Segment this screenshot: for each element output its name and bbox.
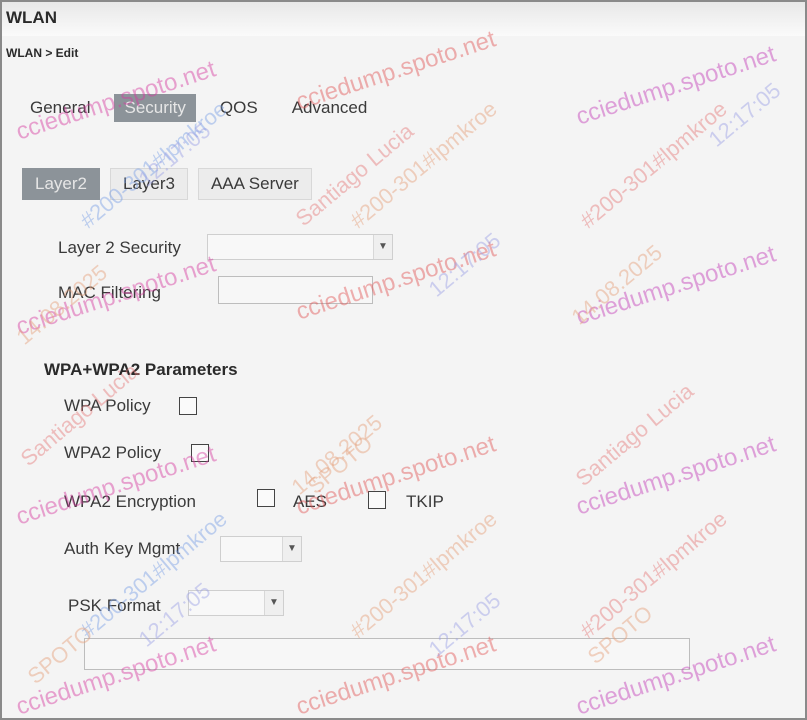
security-subtabs: Layer2 Layer3 AAA Server (22, 168, 322, 200)
psk-format-label: PSK Format (68, 596, 161, 615)
wpa-parameters-heading: WPA+WPA2 Parameters (44, 360, 238, 379)
watermark-id: #200-301#lpmkroe (575, 506, 732, 644)
aes-checkbox[interactable] (257, 489, 275, 507)
wpa2-policy-label: WPA2 Policy (64, 443, 161, 462)
mac-filtering-field[interactable] (218, 276, 373, 304)
watermark-time: 12:17:05 (423, 227, 506, 302)
main-tabs: General Security QOS Advanced (20, 94, 391, 122)
tab-general[interactable]: General (20, 94, 100, 122)
wpa-policy-checkbox[interactable] (179, 397, 197, 415)
watermark-site: cciedump.spoto.net (572, 430, 780, 521)
watermark-brand: SPOTO (302, 430, 378, 499)
watermark-site: cciedump.spoto.net (572, 240, 780, 331)
watermark-site: cciedump.spoto.net (572, 40, 780, 131)
watermark-name: Santiago Lucia (570, 378, 699, 491)
subtab-aaa-server[interactable]: AAA Server (197, 168, 312, 200)
chevron-down-icon: ▼ (282, 537, 301, 561)
chevron-down-icon: ▼ (373, 235, 392, 259)
subtab-layer3[interactable]: Layer3 (109, 168, 188, 200)
watermark-id: #200-301#lpmkroe (575, 96, 732, 234)
mac-filtering-label: MAC Filtering (58, 283, 161, 302)
wpa2-policy-checkbox[interactable] (191, 444, 209, 462)
watermark-id: #200-301#lpmkroe (345, 506, 502, 644)
breadcrumb: WLAN > Edit (6, 46, 79, 60)
auth-key-mgmt-select[interactable]: ▼ (220, 536, 302, 562)
auth-key-mgmt-label: Auth Key Mgmt (64, 539, 181, 558)
wpa2-encryption-label: WPA2 Encryption (64, 492, 196, 511)
tkip-label: TKIP (406, 492, 444, 511)
tab-qos[interactable]: QOS (210, 94, 268, 122)
watermark-time: 12:17:05 (703, 77, 786, 152)
tab-security[interactable]: Security (114, 94, 196, 122)
wlan-edit-window: WLAN WLAN > Edit General Security QOS Ad… (0, 0, 807, 720)
tab-advanced[interactable]: Advanced (282, 94, 378, 122)
watermark-date: 14.08.2025 (566, 239, 667, 330)
watermark-date: 14.08.2025 (286, 409, 387, 500)
psk-format-select[interactable]: ▼ (188, 590, 284, 616)
subtab-layer2[interactable]: Layer2 (22, 168, 100, 200)
layer2-security-select[interactable]: ▼ (207, 234, 393, 260)
tkip-checkbox[interactable] (368, 491, 386, 509)
watermark-date: 14.08.2025 (11, 259, 112, 350)
page-title: WLAN (6, 8, 57, 27)
watermark-id: #200-301#lpmkroe (75, 506, 232, 644)
wpa-policy-label: WPA Policy (64, 396, 151, 415)
layer2-security-label: Layer 2 Security (58, 238, 181, 257)
psk-key-input[interactable] (84, 638, 690, 670)
aes-label: AES (293, 492, 328, 511)
title-bar (2, 2, 805, 36)
chevron-down-icon: ▼ (264, 591, 283, 615)
